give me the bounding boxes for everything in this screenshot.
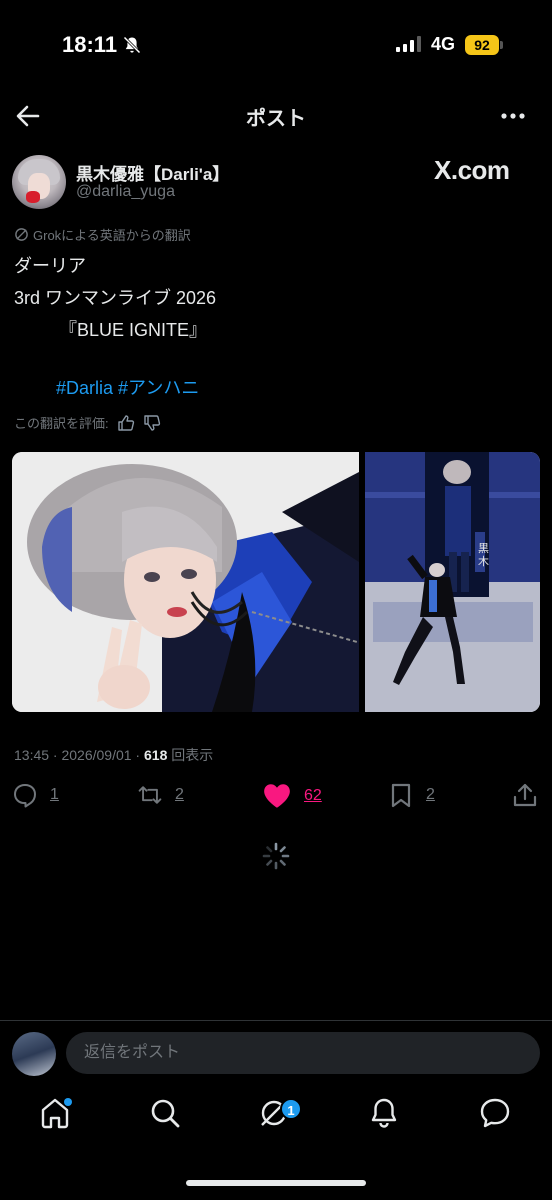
reply-input[interactable]: 返信をポスト [66, 1032, 540, 1074]
translation-note-text: Grokによる英語からの翻訳 [33, 228, 191, 243]
hashtags[interactable]: #Darlia #アンハニ [56, 374, 199, 400]
rate-translation: この翻訳を評価: [14, 413, 161, 432]
like-button[interactable]: 62 [262, 782, 322, 810]
search-icon[interactable] [148, 1096, 182, 1130]
action-bar: 1 2 62 2 [0, 782, 552, 816]
repost-icon [138, 786, 162, 804]
rate-label: この翻訳を評価: [14, 416, 109, 431]
timestamp: 13:45 · 2026/09/01 · [14, 747, 144, 763]
home-indicator [186, 1180, 366, 1186]
repost-button[interactable]: 2 [137, 782, 184, 808]
messages-icon[interactable] [478, 1096, 512, 1130]
avatar[interactable] [12, 155, 66, 209]
status-bar: 18:11 4G 92 [0, 0, 552, 90]
post-line: 3rd ワンマンライブ 2026 [14, 288, 217, 308]
like-count: 62 [304, 787, 322, 804]
battery-level: 92 [465, 35, 499, 55]
author-name[interactable]: 黒木優雅【Darli'a】 [76, 160, 229, 185]
bookmark-icon [391, 783, 411, 808]
heart-icon [264, 784, 290, 808]
repost-count: 2 [175, 786, 184, 803]
post-text: ダーリア 3rd ワンマンライブ 2026 『BLUE IGNITE』 [14, 250, 538, 378]
author-handle[interactable]: @darlia_yuga [76, 183, 175, 201]
bell-slash-icon [123, 36, 141, 54]
svg-text:黒: 黒 [478, 542, 489, 555]
translation-note[interactable]: Grokによる英語からの翻訳 [14, 225, 191, 244]
signal-icon [396, 36, 421, 52]
grok-icon [15, 228, 28, 241]
bottom-nav [0, 1096, 552, 1142]
bookmark-button[interactable]: 2 [388, 782, 435, 808]
thumbs-down-icon[interactable] [143, 414, 161, 432]
more-icon[interactable] [498, 102, 528, 130]
top-bar: ポスト [0, 92, 552, 140]
page-title: ポスト [246, 108, 306, 130]
svg-text:木: 木 [478, 555, 489, 568]
loading-spinner-icon [262, 842, 290, 870]
user-avatar[interactable] [12, 1032, 56, 1076]
battery-icon: 92 [465, 35, 503, 55]
view-count: 618 [144, 747, 168, 763]
post-meta: 13:45 · 2026/09/01 · 618 回表示 [14, 745, 213, 765]
home-unread-dot [64, 1098, 72, 1106]
network-type: 4G [431, 34, 456, 54]
divider [0, 1020, 552, 1021]
post-image-selfie[interactable] [12, 452, 359, 712]
post-line: 『BLUE IGNITE』 [14, 320, 208, 340]
bookmark-count: 2 [426, 786, 435, 803]
post-line: ダーリア [14, 256, 86, 276]
share-button[interactable] [512, 782, 538, 808]
grok-badge: 1 [280, 1098, 302, 1120]
reply-button[interactable]: 1 [12, 782, 59, 808]
views-label: 回表示 [171, 747, 214, 763]
share-icon [513, 783, 537, 807]
reply-icon [14, 784, 36, 808]
status-time: 18:11 [62, 32, 118, 57]
notifications-icon[interactable] [367, 1096, 401, 1130]
thumbs-up-icon[interactable] [117, 414, 135, 432]
reply-count: 1 [50, 786, 59, 803]
post-image-stage[interactable]: 黒 木 [365, 452, 540, 712]
x-watermark: X.com [434, 155, 510, 185]
